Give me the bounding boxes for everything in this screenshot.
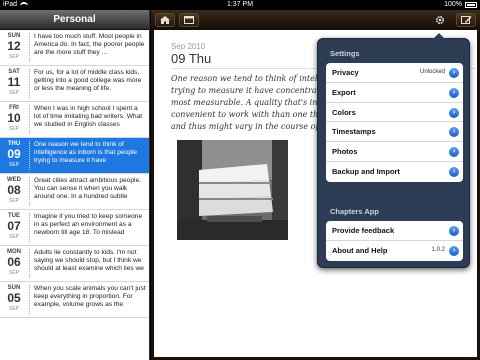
entry-divider [29, 177, 30, 206]
museum-photo [177, 140, 288, 240]
battery-icon [465, 2, 477, 8]
entry-snippet: Imagine if you tried to keep someone in … [34, 213, 143, 236]
app-group: Provide feedback › About and Help 1.0.2 … [326, 221, 463, 261]
entry-row[interactable]: FRI 10 SEP When I was in high school I s… [0, 102, 149, 138]
entry-row-selected[interactable]: THU 09 SEP One reason we tend to think o… [0, 138, 149, 174]
entry-divider [29, 69, 30, 98]
compose-icon [461, 16, 472, 24]
colors-label: Colors [332, 107, 356, 117]
clock: 1:37 PM [226, 1, 254, 8]
entry-divider [29, 105, 30, 134]
app-version: 1.0.2 [431, 246, 445, 253]
disclosure-icon[interactable]: › [449, 226, 459, 236]
entry-row[interactable]: SUN 12 SEP I have too much stuff. Most p… [0, 30, 149, 66]
entry-day: 09 [7, 147, 21, 161]
entry-day: 10 [7, 111, 21, 125]
entry-day: 12 [7, 39, 21, 53]
about-help-row[interactable]: About and Help 1.0.2 › [326, 241, 463, 261]
gear-icon [436, 15, 445, 25]
entry-snippet: I have too much stuff. Most people in Am… [34, 33, 145, 56]
photos-row[interactable]: Photos › [326, 142, 463, 162]
entry-row[interactable]: MON 06 SEP Adults lie constantly to kids… [0, 246, 149, 282]
entry-divider [29, 213, 30, 242]
privacy-label: Privacy [332, 68, 359, 77]
app-section-title: Chapters App [330, 207, 379, 216]
privacy-row[interactable]: Privacy Unlocked › [326, 63, 463, 83]
timestamps-row[interactable]: Timestamps › [326, 122, 463, 143]
window-icon [184, 16, 194, 24]
export-label: Export [332, 87, 356, 97]
entry-row[interactable]: WED 08 SEP Great cities attract ambitiou… [0, 174, 149, 210]
entry-month: SEP [8, 306, 19, 312]
disclosure-icon[interactable]: › [449, 107, 459, 118]
battery-percent: 100% [444, 1, 462, 8]
entry-month: SEP [8, 90, 19, 96]
entry-divider [29, 33, 30, 62]
entry-day: 07 [7, 219, 21, 233]
entry-divider [29, 141, 30, 170]
entry-row[interactable]: TUE 07 SEP Imagine if you tried to keep … [0, 210, 149, 246]
status-bar: iPad 1:37 PM 100% [0, 0, 480, 10]
disclosure-icon[interactable]: › [449, 166, 459, 177]
colors-row[interactable]: Colors › [326, 103, 463, 123]
provide-feedback-label: Provide feedback [332, 226, 395, 235]
entry-row[interactable]: SAT 11 SEP For us, for a lot of middle c… [0, 66, 149, 102]
entry-divider [29, 285, 30, 314]
window-button[interactable] [179, 13, 199, 27]
entry-day: 08 [7, 183, 21, 197]
home-icon [160, 16, 170, 24]
entry-snippet: Great cities attract ambitious people. Y… [34, 177, 142, 200]
compose-button[interactable] [456, 13, 476, 27]
entry-day: 11 [7, 75, 21, 89]
backup-import-label: Backup and Import [332, 166, 400, 176]
entry-month: SEP [8, 162, 19, 168]
about-help-label: About and Help [332, 245, 388, 255]
backup-import-row[interactable]: Backup and Import › [326, 162, 463, 182]
timestamps-label: Timestamps [332, 127, 376, 137]
entry-month: SEP [8, 126, 19, 132]
disclosure-icon[interactable]: › [449, 87, 459, 98]
disclosure-icon[interactable]: › [449, 127, 459, 138]
toolbar [151, 10, 480, 30]
settings-group: Privacy Unlocked › Export › Colors › Tim… [326, 63, 463, 182]
entry-month: SEP [8, 198, 19, 204]
entry-snippet: For us, for a lot of middle class kids, … [34, 69, 142, 92]
entry-snippet: When I was in high school I spent a lot … [34, 105, 143, 128]
entry-month: SEP [8, 54, 19, 60]
entry-photo[interactable] [177, 140, 288, 240]
entry-divider [29, 249, 30, 278]
settings-popover: Settings Privacy Unlocked › Export › Col… [317, 33, 470, 268]
privacy-value: Unlocked [419, 69, 445, 75]
entry-snippet: One reason we tend to think of intellige… [34, 141, 138, 164]
entry-day: 05 [7, 291, 21, 305]
entry-month-year: Sep 2010 [171, 42, 206, 51]
entry-snippet: When you scale animals you can't just ke… [34, 285, 146, 308]
entry-date-title: 09 Thu [171, 51, 212, 66]
entry-snippet: Adults lie constantly to kids. I'm not s… [34, 249, 144, 272]
settings-button[interactable] [430, 13, 450, 27]
entry-day: 06 [7, 255, 21, 269]
journal-title: Personal [0, 10, 149, 30]
entry-row[interactable]: SUN 05 SEP When you scale animals you ca… [0, 282, 149, 318]
disclosure-icon[interactable]: › [449, 245, 459, 256]
entry-month: SEP [8, 270, 19, 276]
disclosure-icon[interactable]: › [449, 68, 459, 78]
entry-month: SEP [8, 234, 19, 240]
disclosure-icon[interactable]: › [449, 147, 459, 158]
photos-label: Photos [332, 147, 358, 157]
entries-sidebar: Personal SUN 12 SEP I have too much stuf… [0, 10, 150, 360]
home-button[interactable] [155, 13, 175, 27]
settings-section-title: Settings [330, 49, 360, 58]
provide-feedback-row[interactable]: Provide feedback › [326, 221, 463, 241]
export-row[interactable]: Export › [326, 83, 463, 103]
